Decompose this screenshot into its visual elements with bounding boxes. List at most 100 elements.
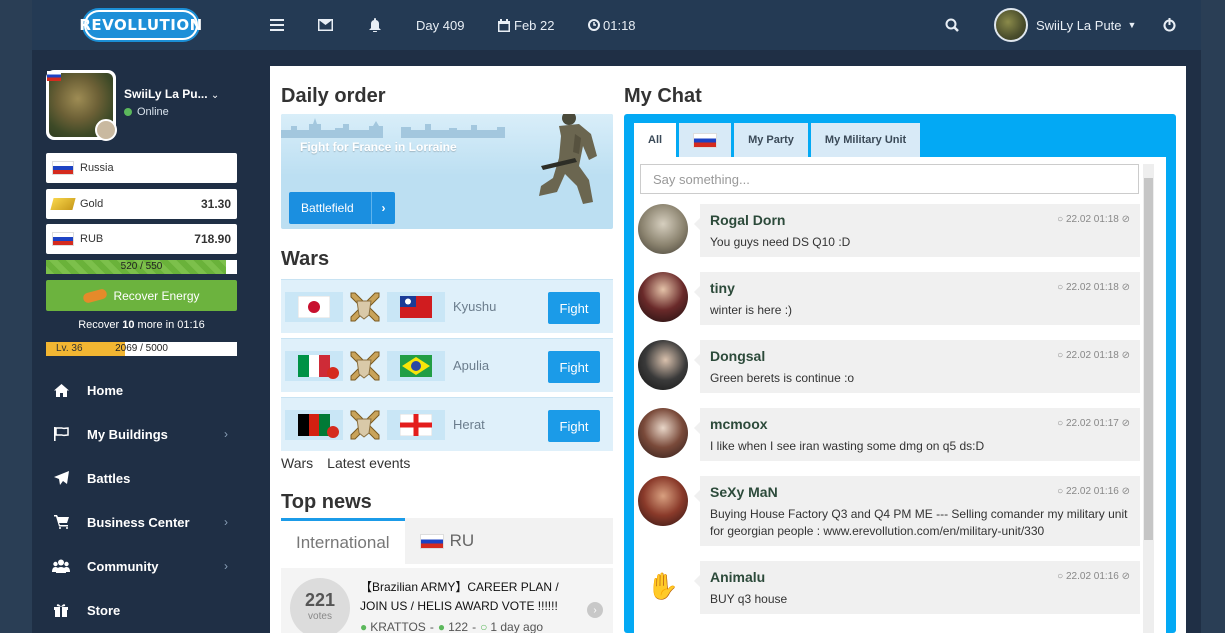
nav-home[interactable]: Home <box>32 368 254 412</box>
tab-ru[interactable]: RU <box>405 518 490 564</box>
message-time: ○ 22.02 01:18 ⊘ <box>1057 282 1130 293</box>
user-avatar[interactable] <box>638 204 688 254</box>
war-attacker-flag[interactable] <box>285 409 343 440</box>
chevron-right-icon: › <box>371 192 395 224</box>
nav-my-buildings[interactable]: My Buildings › <box>32 412 254 456</box>
user-menu-name: SwiiLy La Pute <box>1036 17 1122 33</box>
report-icon[interactable]: ⊘ <box>1122 418 1130 429</box>
top-bar: REVOLLUTION Day 409 Feb 22 01:18 SwiiLy … <box>32 0 1201 50</box>
scrollbar-thumb[interactable] <box>1144 178 1153 540</box>
news-author[interactable]: KRATTOS <box>370 620 426 633</box>
user-avatar[interactable] <box>638 272 688 322</box>
mail-icon[interactable] <box>318 0 333 50</box>
power-icon[interactable] <box>1163 0 1176 50</box>
vote-counter[interactable]: 221 votes <box>290 578 350 633</box>
clock-icon: ○ <box>480 620 488 633</box>
experience-bar: Lv. 36 2069 / 5000 <box>46 342 237 356</box>
nav-my-buildings-label: My Buildings <box>87 426 168 442</box>
logo-text: REVOLLUTION <box>79 12 202 38</box>
profile-name[interactable]: SwiiLy La Pu... ⌄ <box>124 87 219 101</box>
battlefield-button-label: Battlefield <box>301 201 354 215</box>
bell-icon[interactable] <box>368 0 382 50</box>
war-row: Herat Fight <box>281 397 613 451</box>
recover-info: Recover 10 more in 01:16 <box>46 319 237 331</box>
user-avatar[interactable]: ✋ <box>638 561 688 611</box>
war-region[interactable]: Apulia <box>453 358 489 373</box>
nav-community-label: Community <box>87 558 159 574</box>
country-name: Russia <box>80 162 114 174</box>
tab-ru-label: RU <box>449 531 475 550</box>
report-icon[interactable]: ⊘ <box>1122 571 1130 582</box>
news-item[interactable]: 221 votes 【Brazilian ARMY】CAREER PLAN / … <box>281 568 613 633</box>
fight-button[interactable]: Fight <box>548 351 600 383</box>
hand-icon: ✋ <box>646 570 680 601</box>
war-defender-flag[interactable] <box>387 291 445 322</box>
user-icon: ● <box>360 620 368 633</box>
message-bubble: Animalu ○ 22.02 01:16 ⊘ BUY q3 house <box>700 561 1140 614</box>
chat-input[interactable]: Say something... <box>640 164 1139 194</box>
report-icon[interactable]: ⊘ <box>1122 214 1130 225</box>
recover-energy-label: Recover Energy <box>113 288 200 303</box>
users-icon <box>52 558 70 574</box>
recover-info-amount: 10 <box>122 319 135 331</box>
recover-energy-button[interactable]: Recover Energy <box>46 280 237 311</box>
message-time: ○ 22.02 01:17 ⊘ <box>1057 418 1130 429</box>
battlefield-button[interactable]: Battlefield › <box>289 192 395 224</box>
message-time-text: 22.02 01:18 <box>1066 350 1119 361</box>
chat-scrollbar[interactable] <box>1143 164 1154 633</box>
user-avatar[interactable] <box>638 340 688 390</box>
profile-flag-icon <box>47 71 61 81</box>
logo[interactable]: REVOLLUTION <box>79 8 202 42</box>
nav-business-center[interactable]: Business Center › <box>32 500 254 544</box>
profile-avatar[interactable] <box>46 70 117 141</box>
clock-icon: ○ <box>1057 571 1066 582</box>
message-bubble: tiny ○ 22.02 01:18 ⊘ winter is here :) <box>700 272 1140 325</box>
georgia-flag-icon <box>400 413 432 436</box>
user-avatar[interactable] <box>638 476 688 526</box>
rank-badge-icon <box>95 119 117 141</box>
citizenship-box[interactable]: Russia <box>46 153 237 183</box>
menu-icon[interactable] <box>270 0 284 50</box>
user-menu[interactable]: SwiiLy La Pute ▼ <box>994 0 1136 50</box>
main-content: Daily order Fight for France in Lorraine… <box>270 66 1186 633</box>
nav-store[interactable]: Store <box>32 588 254 632</box>
user-avatar[interactable] <box>638 408 688 458</box>
report-icon[interactable]: ⊘ <box>1122 350 1130 361</box>
search-icon[interactable] <box>945 0 959 50</box>
tab-chat-country[interactable] <box>679 123 732 157</box>
tab-chat-all[interactable]: All <box>634 123 677 157</box>
clock-icon: ○ <box>1057 350 1066 361</box>
message-time: ○ 22.02 01:16 ⊘ <box>1057 486 1130 497</box>
tab-chat-my-party[interactable]: My Party <box>734 123 808 157</box>
tab-latest-events[interactable]: Latest events <box>327 455 410 471</box>
war-region[interactable]: Herat <box>453 417 485 432</box>
daily-order-card: Fight for France in Lorraine Battlefield… <box>281 114 613 229</box>
war-attacker-flag[interactable] <box>285 291 343 322</box>
gold-label: Gold <box>80 198 104 210</box>
message-bubble: mcmoox ○ 22.02 01:17 ⊘ I like when I see… <box>700 408 1140 461</box>
clock-text: 01:18 <box>603 17 636 33</box>
report-icon[interactable]: ⊘ <box>1122 486 1130 497</box>
tab-wars[interactable]: Wars <box>281 455 313 471</box>
news-tabs: International RU <box>281 518 613 564</box>
war-attacker-flag[interactable] <box>285 350 343 381</box>
tab-chat-my-military-unit[interactable]: My Military Unit <box>810 123 921 157</box>
fight-button[interactable]: Fight <box>548 410 600 442</box>
war-defender-flag[interactable] <box>387 350 445 381</box>
tab-international[interactable]: International <box>281 518 405 564</box>
war-region[interactable]: Kyushu <box>453 299 496 314</box>
news-comments: 122 <box>448 620 469 633</box>
nav-community[interactable]: Community › <box>32 544 254 588</box>
fight-button[interactable]: Fight <box>548 292 600 324</box>
news-title[interactable]: 【Brazilian ARMY】CAREER PLAN / JOIN US / … <box>360 578 588 616</box>
message-time-text: 22.02 01:18 <box>1066 214 1119 225</box>
nav-battles[interactable]: Battles <box>32 456 254 500</box>
calendar-icon <box>498 18 510 32</box>
brazil-flag-icon <box>400 354 432 377</box>
chevron-right-icon[interactable]: › <box>587 602 603 618</box>
report-icon[interactable]: ⊘ <box>1122 282 1130 293</box>
war-defender-flag[interactable] <box>387 409 445 440</box>
crossed-swords-icon <box>350 410 380 439</box>
sidebar: SwiiLy La Pu... ⌄ Online Russia Gold 31.… <box>32 50 254 633</box>
russia-flag-icon <box>693 132 718 148</box>
